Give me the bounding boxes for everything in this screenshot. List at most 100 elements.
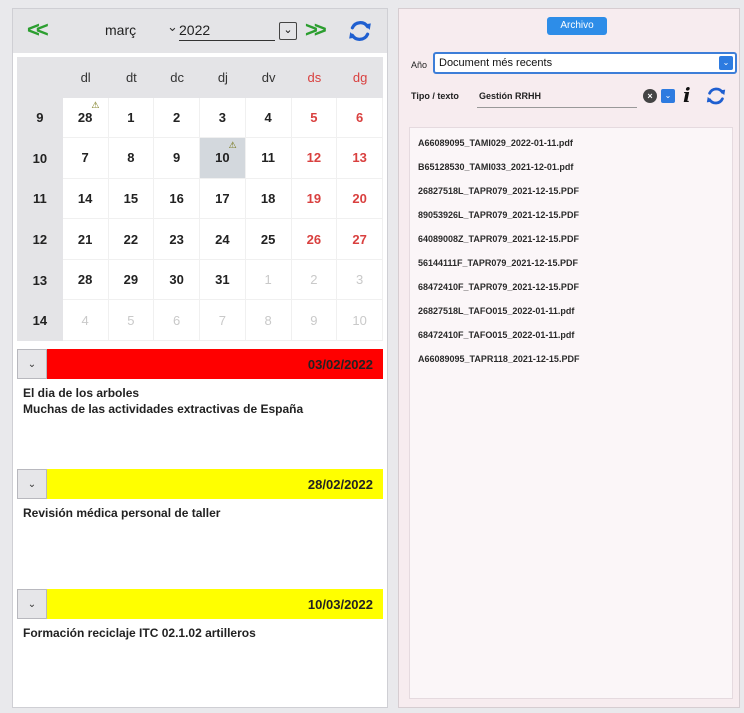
event-expand-button[interactable]: ⌄ [17, 469, 47, 499]
calendar-day[interactable]: 16 [154, 178, 200, 220]
day-number: 13 [352, 150, 367, 166]
file-item[interactable]: 89053926L_TAPR079_2021-12-15.PDF [418, 210, 579, 220]
year-value: 2022 [179, 22, 211, 38]
refresh-icon[interactable] [347, 18, 373, 44]
calendar-day[interactable]: 28 ⚠ [62, 97, 109, 139]
event-bar: ⌄ 28/02/2022 [17, 469, 383, 499]
event-item: ⌄ 10/03/2022 Formación reciclaje ITC 02.1.… [17, 589, 383, 699]
calendar-day[interactable]: 12 [291, 138, 338, 179]
week-header-corner [17, 57, 63, 98]
calendar-day[interactable]: 25 [245, 219, 292, 260]
next-month-button[interactable]: >> [305, 17, 327, 43]
event-expand-button[interactable]: ⌄ [17, 349, 47, 379]
archive-button[interactable]: Archivo [547, 17, 607, 35]
calendar-day[interactable]: 8 [245, 300, 292, 341]
file-item[interactable]: 56144111F_TAPR079_2021-12-15.PDF [418, 258, 578, 268]
calendar-day[interactable]: 2 [154, 97, 200, 139]
prev-month-button[interactable]: << [27, 17, 49, 43]
file-item[interactable]: 64089008Z_TAPR079_2021-12-15.PDF [418, 234, 579, 244]
warning-icon: ⚠ [228, 140, 237, 151]
file-item[interactable]: A66089095_TAPR118_2021-12-15.PDF [418, 354, 579, 364]
week-number: 9 [17, 97, 63, 139]
calendar-day[interactable]: 24 [200, 219, 246, 260]
month-label[interactable]: març [105, 22, 136, 38]
event-date: 10/03/2022 [307, 597, 373, 612]
calendar-day[interactable]: 23 [154, 219, 200, 260]
calendar-day[interactable]: 31 [200, 259, 246, 301]
calendar-day[interactable]: 21 [62, 219, 109, 260]
calendar-day[interactable]: 7 [62, 138, 109, 179]
day-number: 1 [264, 272, 272, 288]
event-description: Formación reciclaje ITC 02.1.02 artiller… [23, 625, 256, 641]
calendar-day[interactable]: 14 [62, 178, 109, 220]
chevron-down-icon[interactable]: ⌄ [719, 56, 733, 70]
calendar-day[interactable]: 22 [108, 219, 155, 260]
calendar-day[interactable]: 15 [108, 178, 155, 220]
weekday-header: dc [154, 57, 200, 98]
calendar-day[interactable]: 11 [245, 138, 292, 179]
day-number: 5 [127, 312, 135, 328]
ano-select[interactable]: Document més recents ⌄ [433, 52, 737, 74]
day-number: 22 [123, 231, 139, 247]
calendar-day[interactable]: 5 [108, 300, 155, 341]
refresh-icon[interactable] [705, 85, 727, 107]
weekday-header: dv [245, 57, 292, 98]
calendar-day[interactable]: 4 [245, 97, 292, 139]
file-item[interactable]: 68472410F_TAFO015_2022-01-11.pdf [418, 330, 574, 340]
day-number: 24 [215, 231, 230, 247]
calendar-day[interactable]: 1 [245, 259, 292, 301]
calendar-day[interactable]: 26 [291, 219, 338, 260]
day-number: 17 [215, 190, 230, 206]
calendar-day[interactable]: 10 ⚠ [200, 138, 246, 179]
calendar-day[interactable]: 1 [108, 97, 155, 139]
week-number: 14 [17, 300, 63, 341]
calendar-day[interactable]: 17 [200, 178, 246, 220]
calendar-day[interactable]: 9 [154, 138, 200, 179]
day-number: 27 [352, 231, 367, 247]
day-number: 26 [306, 231, 322, 247]
day-number: 25 [260, 231, 276, 247]
calendar-day[interactable]: 6 [337, 97, 383, 139]
day-number: 29 [123, 272, 139, 288]
calendar-day[interactable]: 20 [337, 178, 383, 220]
calendar-day[interactable]: 27 [337, 219, 383, 260]
year-select[interactable]: ⌄ 2022 ⌄ [161, 19, 301, 41]
file-item[interactable]: 68472410F_TAPR079_2021-12-15.PDF [418, 282, 579, 292]
tipo-input[interactable]: Gestión RRHH [479, 91, 541, 101]
day-number: 10 [215, 150, 230, 166]
calendar-day[interactable]: 30 [154, 259, 200, 301]
file-item[interactable]: B65128530_TAMI033_2021-12-01.pdf [418, 162, 573, 172]
calendar-day[interactable]: 4 [62, 300, 109, 341]
calendar-day[interactable]: 2 [291, 259, 338, 301]
calendar-day[interactable]: 6 [154, 300, 200, 341]
clear-icon[interactable]: × [643, 89, 657, 103]
calendar-day[interactable]: 28 [62, 259, 109, 301]
event-line: El dia de los arboles [23, 386, 140, 400]
calendar-day[interactable]: 7 [200, 300, 246, 341]
file-item[interactable]: 26827518L_TAPR079_2021-12-15.PDF [418, 186, 579, 196]
year-underline [179, 40, 275, 41]
day-number: 1 [127, 109, 135, 125]
calendar-day[interactable]: 3 [200, 97, 246, 139]
day-number: 10 [352, 312, 367, 328]
info-icon[interactable]: i [683, 83, 691, 107]
calendar-day[interactable]: 19 [291, 178, 338, 220]
calendar-day[interactable]: 18 [245, 178, 292, 220]
event-expand-button[interactable]: ⌄ [17, 589, 47, 619]
calendar-day[interactable]: 9 [291, 300, 338, 341]
tipo-dropdown-button[interactable]: ⌄ [661, 89, 675, 103]
week-number: 10 [17, 138, 63, 179]
day-number: 6 [356, 109, 364, 125]
year-dropdown-button[interactable]: ⌄ [279, 22, 297, 40]
calendar-day[interactable]: 10 [337, 300, 383, 341]
calendar-day[interactable]: 5 [291, 97, 338, 139]
calendar-day[interactable]: 3 [337, 259, 383, 301]
ano-label: Año [411, 60, 428, 70]
calendar-day[interactable]: 13 [337, 138, 383, 179]
file-item[interactable]: A66089095_TAMI029_2022-01-11.pdf [418, 138, 573, 148]
calendar-day[interactable]: 8 [108, 138, 155, 179]
event-line: Muchas de las actividades extractivas de… [23, 402, 304, 416]
calendar-day[interactable]: 29 [108, 259, 155, 301]
file-item[interactable]: 26827518L_TAFO015_2022-01-11.pdf [418, 306, 574, 316]
event-line: Formación reciclaje ITC 02.1.02 artiller… [23, 626, 256, 640]
